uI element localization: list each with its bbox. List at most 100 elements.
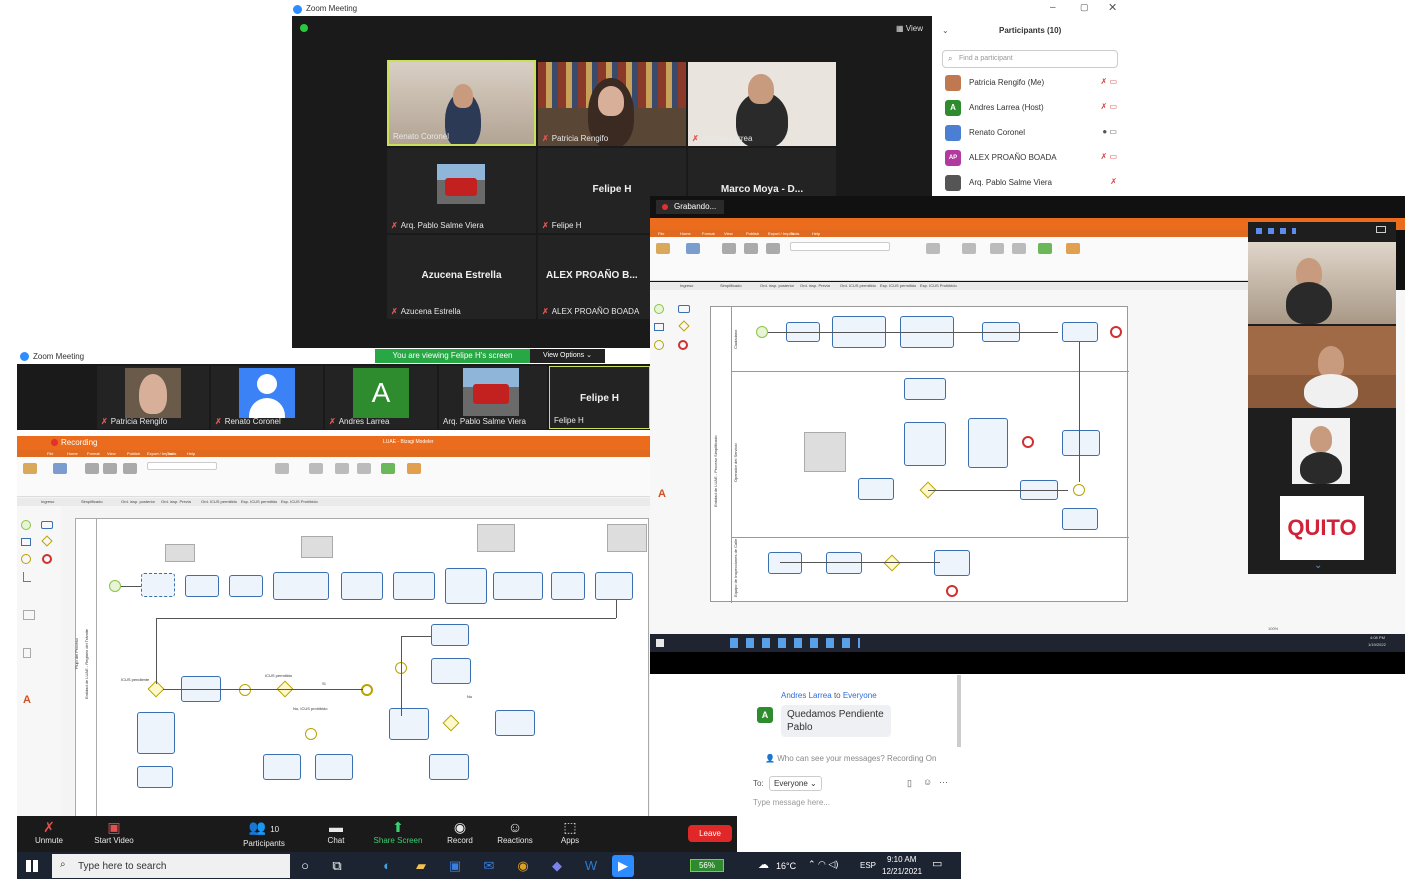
subprocess-icon[interactable] <box>21 538 31 546</box>
participants-button[interactable]: 👥 10 Participants <box>232 818 296 848</box>
share-icon[interactable] <box>85 463 99 474</box>
mic-icon[interactable]: ● ▭ <box>1102 127 1117 136</box>
zoom-taskbar-icon[interactable]: ▶ <box>612 855 634 877</box>
edge-icon[interactable]: ◐ <box>376 855 398 877</box>
sheet-tab[interactable]: Ord. ICUS permitido <box>201 499 237 504</box>
sheet-tab[interactable]: Esp. ICUS Prohibido <box>281 499 318 504</box>
simulation-icon[interactable] <box>766 243 780 254</box>
online-courses-icon[interactable] <box>1066 243 1080 254</box>
online-courses-icon[interactable] <box>407 463 421 474</box>
emoji-icon[interactable]: ☺ <box>923 777 932 787</box>
apps-button[interactable]: ⬚ Apps <box>550 818 590 845</box>
menu-tab[interactable]: Publish <box>127 451 140 456</box>
menu-tab[interactable]: View <box>724 231 733 236</box>
lane-icon[interactable] <box>23 610 35 620</box>
taskbar-search-input[interactable]: ⌕ Type here to search <box>52 854 290 878</box>
menu-tab[interactable]: Home <box>67 451 78 456</box>
sheet-tab[interactable]: Ingreso <box>41 499 54 504</box>
participant-row[interactable]: AP ALEX PROAÑO BOADA ✗ ▭ <box>945 147 1125 169</box>
chrome-icon[interactable]: ◉ <box>512 855 534 877</box>
teams-icon[interactable]: ◆ <box>546 855 568 877</box>
participant-search-input[interactable]: ⌕ Find a participant <box>942 50 1118 68</box>
menu-tab[interactable]: Tools <box>167 451 176 456</box>
sheet-tab[interactable]: Ord. insp. Previa <box>161 499 191 504</box>
intermediate-event-icon[interactable] <box>21 554 31 564</box>
font-box[interactable] <box>147 462 217 470</box>
menu-tab[interactable]: Help <box>187 451 195 456</box>
share-icon[interactable] <box>722 243 736 254</box>
start-video-button[interactable]: ▣ Start Video <box>86 818 142 845</box>
view-options-button[interactable]: View Options ⌄ <box>530 349 605 363</box>
subprocess-icon[interactable] <box>654 323 664 331</box>
run-workflow-icon[interactable] <box>357 463 371 474</box>
reactions-button[interactable]: ☺ Reactions <box>490 818 540 845</box>
process-library-icon[interactable] <box>990 243 1004 254</box>
mic-muted-icon[interactable]: ✗ <box>1110 177 1117 186</box>
resources-icon[interactable] <box>53 463 67 474</box>
spelling-icon[interactable] <box>962 243 976 254</box>
video-off-icon[interactable]: ✗ ▭ <box>1101 152 1117 161</box>
sheet-tab[interactable]: Esp. ICUS permitido <box>880 283 916 288</box>
mic-muted-icon[interactable]: ✗ ▭ <box>1101 102 1117 111</box>
gateway-icon[interactable] <box>678 320 690 332</box>
sheet-tab[interactable]: Ord. insp. posterior <box>760 283 794 288</box>
bizagi-platform-icon[interactable] <box>381 463 395 474</box>
mail-icon[interactable]: ✉ <box>478 855 500 877</box>
chat-privacy[interactable]: 👤 Who can see your messages? Recording O… <box>765 754 936 763</box>
menu-tab[interactable]: Format <box>702 231 715 236</box>
chevron-down-icon[interactable]: ⌄ <box>942 26 949 35</box>
start-event-icon[interactable] <box>21 520 31 530</box>
file-icon[interactable]: ▯ <box>907 778 912 789</box>
run-workflow-icon[interactable] <box>1012 243 1026 254</box>
intermediate-event-icon[interactable] <box>654 340 664 350</box>
chat-button[interactable]: ▬ Chat <box>316 818 356 845</box>
resources-icon[interactable] <box>686 243 700 254</box>
import-icon[interactable] <box>103 463 117 474</box>
start-event-icon[interactable] <box>654 304 664 314</box>
leave-button[interactable]: Leave <box>688 825 732 842</box>
grid-view-button[interactable]: ▦ View <box>896 24 923 33</box>
process-library-icon[interactable] <box>335 463 349 474</box>
notification-icon[interactable]: ▭ <box>932 857 942 870</box>
sheet-tab[interactable]: Ord. ICUS permitido <box>840 283 876 288</box>
sheet-tab[interactable]: Ord. insp. Previa <box>800 283 830 288</box>
menu-tab[interactable]: View <box>107 451 116 456</box>
file-explorer-icon[interactable]: ▰ <box>410 855 432 877</box>
import-icon[interactable] <box>744 243 758 254</box>
share-screen-button[interactable]: ⬆ Share Screen <box>368 818 428 845</box>
windows-start-icon[interactable] <box>26 860 38 872</box>
connector-icon[interactable] <box>23 572 31 582</box>
participant-row[interactable]: Renato Coronel ● ▭ <box>945 122 1125 144</box>
simulation-icon[interactable] <box>123 463 137 474</box>
task-view-icon[interactable]: ⧉ <box>326 855 348 877</box>
word-icon[interactable]: W <box>580 855 602 877</box>
bizagi-platform-icon[interactable] <box>1038 243 1052 254</box>
sheet-tab[interactable]: Esp. ICUS permitido <box>241 499 277 504</box>
task-icon[interactable] <box>41 521 53 529</box>
panel-menu-icon[interactable] <box>1376 226 1386 233</box>
menu-tab[interactable]: Format <box>87 451 100 456</box>
spelling-icon[interactable] <box>309 463 323 474</box>
close-button[interactable]: ✕ <box>1108 1 1117 14</box>
recipient-dropdown[interactable]: Everyone ⌄ <box>769 776 822 791</box>
sheet-tab[interactable]: Simplificado <box>720 283 742 288</box>
menu-tab[interactable]: File <box>658 231 664 236</box>
participant-row[interactable]: Patricia Rengifo (Me) ✗ ▭ <box>945 72 1125 94</box>
end-event-icon[interactable] <box>42 554 52 564</box>
font-box[interactable] <box>790 242 890 251</box>
sheet-tab[interactable]: Simplificado <box>81 499 103 504</box>
participant-row[interactable]: A Andres Larrea (Host) ✗ ▭ <box>945 97 1125 119</box>
unmute-button[interactable]: ✗ Unmute <box>24 818 74 845</box>
participant-row[interactable]: Arq. Pablo Salme Viera ✗ <box>945 172 1125 194</box>
more-icon[interactable]: ··· <box>939 777 948 787</box>
minimize-button[interactable]: – <box>1050 2 1056 13</box>
chevron-down-icon[interactable]: ⌄ <box>1314 560 1322 571</box>
chat-input[interactable]: Type message here... <box>753 798 943 807</box>
text-icon[interactable]: A <box>658 488 666 500</box>
text-icon[interactable]: A <box>23 694 31 706</box>
data-object-icon[interactable] <box>23 648 31 658</box>
cortana-icon[interactable]: ○ <box>294 855 316 877</box>
find-icon[interactable] <box>926 243 940 254</box>
store-icon[interactable]: ▣ <box>444 855 466 877</box>
menu-tab[interactable]: Publish <box>746 231 759 236</box>
